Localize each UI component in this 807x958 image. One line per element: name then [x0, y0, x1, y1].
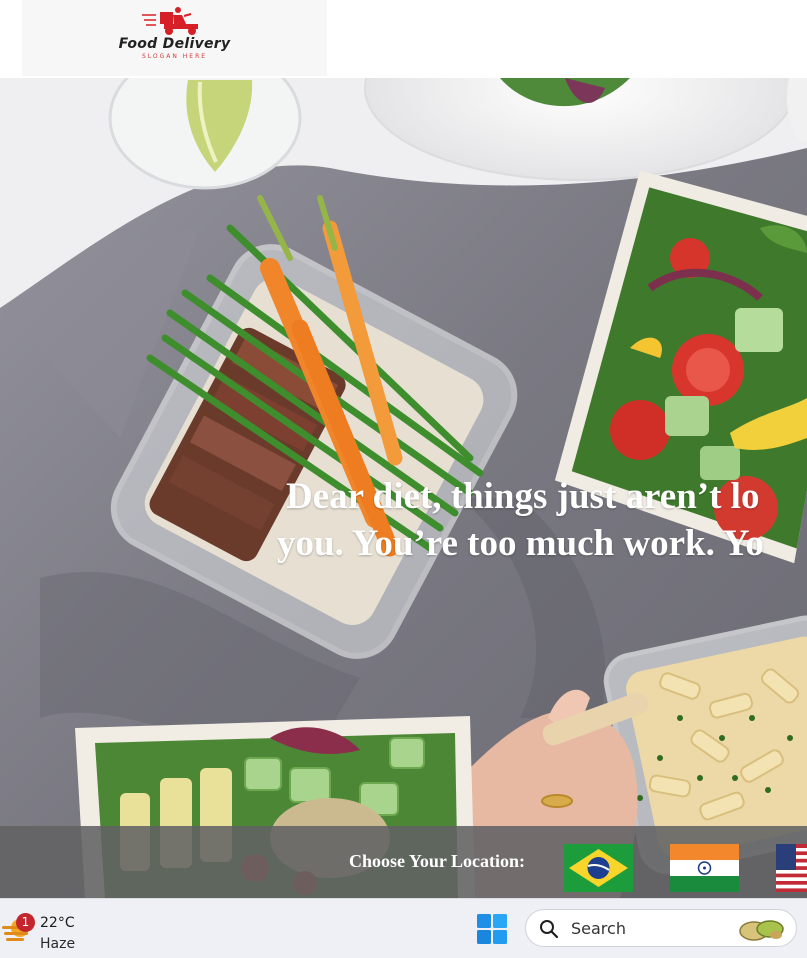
search-icon	[540, 920, 559, 939]
taskbar: 1 22°C Haze Search	[0, 898, 807, 958]
delivery-scooter-icon	[142, 7, 198, 35]
windows-start-icon	[477, 914, 507, 944]
taskbar-search-box[interactable]: Search	[525, 909, 797, 947]
location-label: Choose Your Location:	[349, 851, 526, 871]
search-highlight-icon	[739, 920, 784, 941]
start-button[interactable]	[475, 912, 509, 946]
site-header: Food Delivery SLOGAN HERE	[0, 0, 807, 78]
search-label: Search	[571, 919, 626, 938]
weather-condition: Haze	[40, 936, 76, 952]
hero-headline: Dear diet, things just aren’t lo you. Yo…	[277, 473, 807, 567]
hero-headline-line-2: you. You’re too much work. Yo	[277, 523, 764, 564]
brazil-flag-icon[interactable]	[564, 844, 633, 892]
site-logo[interactable]: Food Delivery SLOGAN HERE	[22, 0, 327, 76]
notification-badge: 1	[16, 913, 35, 932]
india-flag-icon[interactable]	[670, 844, 739, 892]
hero-banner: Dear diet, things just aren’t lo you. Yo…	[0, 78, 807, 898]
hero-headline-line-1: Dear diet, things just aren’t lo	[286, 476, 760, 517]
weather-temperature: 22°C	[40, 915, 75, 931]
location-bar: Choose Your Location:	[0, 826, 807, 898]
logo-name: Food Delivery	[118, 36, 231, 52]
usa-flag-icon[interactable]	[776, 844, 807, 892]
weather-widget[interactable]: 1 22°C Haze	[0, 905, 90, 953]
logo-slogan: SLOGAN HERE	[141, 53, 208, 60]
